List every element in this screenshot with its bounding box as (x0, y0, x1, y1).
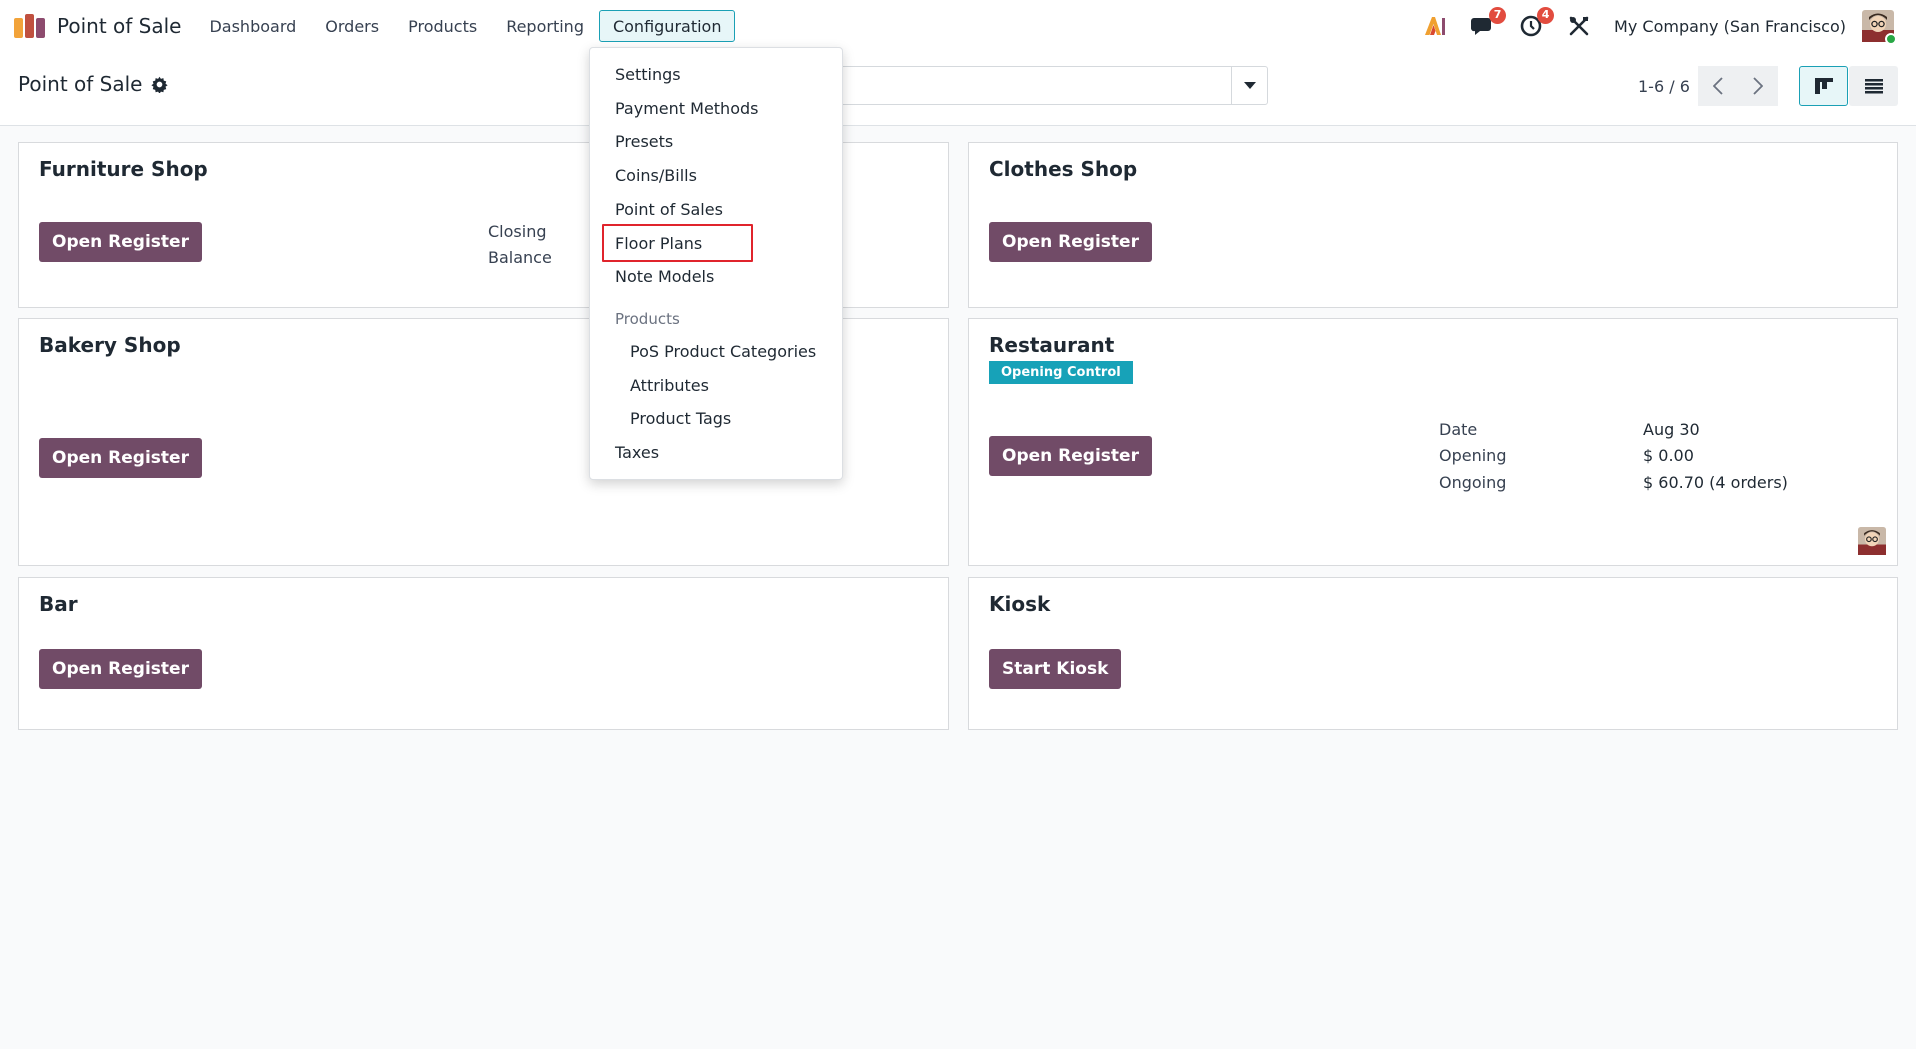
menu-item-presets[interactable]: Presets (615, 132, 673, 151)
menu-item-taxes[interactable]: Taxes (615, 443, 659, 462)
systray: 7 4 My Company (San Francisco) (1422, 0, 1916, 52)
menu-item-coins-bills[interactable]: Coins/Bills (615, 166, 697, 185)
menu-item-attributes[interactable]: Attributes (630, 376, 709, 395)
card-title: Kiosk (989, 592, 1051, 616)
open-register-button[interactable]: Open Register (989, 436, 1152, 476)
list-view-button[interactable] (1849, 66, 1898, 106)
pos-card-clothes-shop: Clothes Shop Open Register (968, 142, 1898, 308)
list-icon (1864, 78, 1883, 93)
menu-item-settings[interactable]: Settings (615, 65, 681, 84)
pos-card-restaurant: Restaurant Opening Control Open Register… (968, 318, 1898, 566)
app-title: Point of Sale (57, 14, 182, 38)
search-input[interactable] (835, 66, 1268, 105)
menu-products[interactable]: Products (394, 10, 491, 42)
open-register-button[interactable]: Open Register (989, 222, 1152, 262)
stat-date-value: Aug 30 (1643, 420, 1700, 439)
open-register-button[interactable]: Open Register (39, 222, 202, 262)
configuration-dropdown-menu: Settings Payment Methods Presets Coins/B… (589, 47, 843, 480)
menu-item-pos-product-categories[interactable]: PoS Product Categories (630, 342, 816, 361)
kanban-icon (1814, 78, 1833, 94)
top-navbar: Point of Sale Dashboard Orders Products … (0, 0, 1916, 52)
menu-dashboard[interactable]: Dashboard (195, 10, 310, 42)
user-avatar[interactable] (1862, 10, 1897, 45)
menu-section-products: Products (615, 310, 680, 328)
card-title: Bar (39, 592, 78, 616)
menu-item-floor-plans[interactable]: Floor Plans (615, 234, 702, 253)
status-badge: Opening Control (989, 361, 1133, 384)
caret-down-icon (1243, 81, 1256, 89)
card-title: Clothes Shop (989, 157, 1138, 181)
ai-icon[interactable] (1422, 13, 1448, 39)
online-status-dot (1885, 33, 1897, 45)
pos-card-kiosk: Kiosk Start Kiosk (968, 577, 1898, 730)
pager-next-button[interactable] (1738, 66, 1778, 106)
open-register-button[interactable]: Open Register (39, 649, 202, 689)
kanban-view-button[interactable] (1799, 66, 1848, 106)
control-panel: Point of Sale 1-6 / 6 (0, 52, 1916, 126)
closing-balance-label: Closing Balance (488, 222, 552, 267)
gear-icon[interactable] (151, 76, 169, 93)
brand[interactable]: Point of Sale (13, 0, 195, 52)
menu-reporting[interactable]: Reporting (492, 10, 598, 42)
chevron-left-icon (1713, 77, 1723, 95)
stat-date-label: Date (1439, 420, 1478, 439)
activities-clock-icon[interactable]: 4 (1518, 7, 1555, 39)
start-kiosk-button[interactable]: Start Kiosk (989, 649, 1122, 689)
activities-badge: 4 (1537, 7, 1555, 24)
breadcrumb: Point of Sale (18, 72, 169, 96)
stat-ongoing-label: Ongoing (1439, 473, 1507, 492)
card-title: Bakery Shop (39, 333, 181, 357)
menu-item-payment-methods[interactable]: Payment Methods (615, 99, 758, 118)
messages-icon[interactable]: 7 (1470, 7, 1507, 39)
menu-item-product-tags[interactable]: Product Tags (630, 409, 731, 428)
chevron-right-icon (1753, 77, 1763, 95)
menu-item-point-of-sales[interactable]: Point of Sales (615, 200, 723, 219)
card-title: Restaurant (989, 333, 1115, 357)
messages-badge: 7 (1489, 7, 1507, 24)
stat-opening-value: $ 0.00 (1643, 446, 1694, 465)
stat-ongoing-value: $ 60.70 (4 orders) (1643, 473, 1788, 492)
search-options-toggle[interactable] (1231, 67, 1267, 104)
stat-opening-label: Opening (1439, 446, 1507, 465)
pos-card-bar: Bar Open Register (18, 577, 949, 730)
responsible-avatar (1858, 527, 1886, 555)
card-title: Furniture Shop (39, 157, 208, 181)
menu-item-note-models[interactable]: Note Models (615, 267, 714, 286)
page-title: Point of Sale (18, 72, 143, 96)
menu-configuration[interactable]: Configuration (598, 10, 736, 42)
pos-app-icon (14, 14, 45, 38)
open-register-button[interactable]: Open Register (39, 438, 202, 478)
company-switcher[interactable]: My Company (San Francisco) (1614, 17, 1846, 36)
pager-previous-button[interactable] (1698, 66, 1738, 106)
pager-value[interactable]: 1-6 / 6 (1638, 77, 1690, 96)
menu-orders[interactable]: Orders (311, 10, 393, 42)
tools-icon[interactable] (1566, 13, 1592, 39)
